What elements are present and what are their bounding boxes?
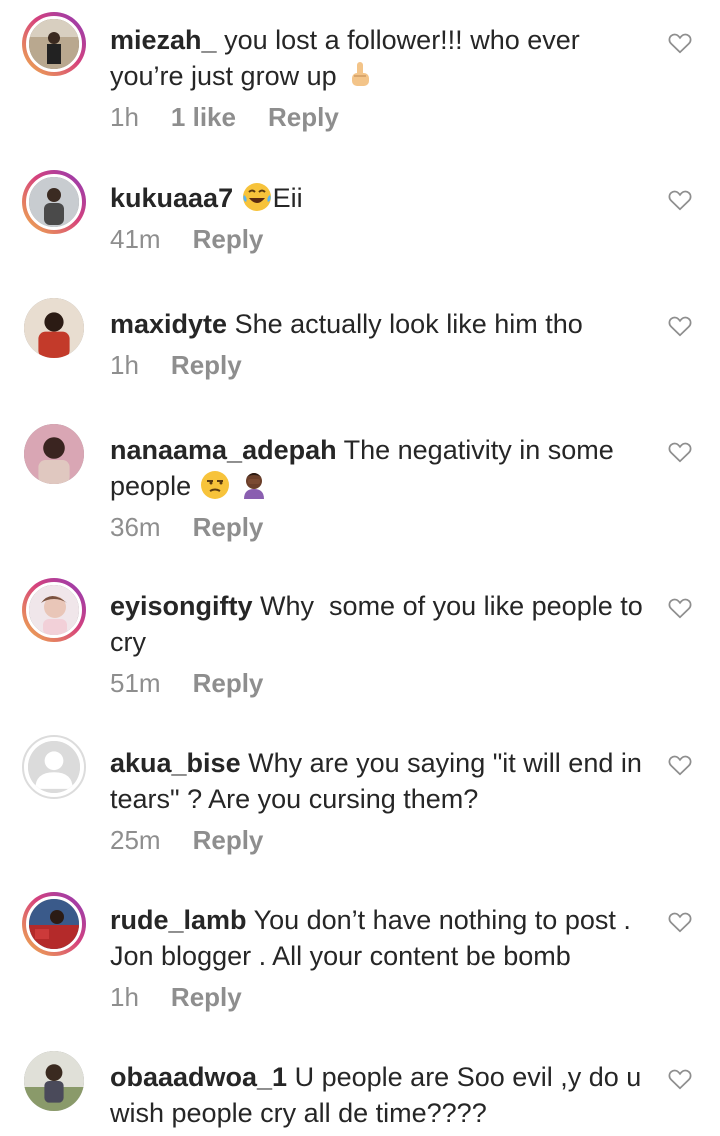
reply-button[interactable]: Reply [171,350,242,381]
heart-icon[interactable] [667,187,693,213]
comment-username[interactable]: eyisongifty [110,591,253,621]
comment-likes[interactable]: 1 like [171,102,236,133]
heart-icon[interactable] [667,439,693,465]
comment-username[interactable]: rude_lamb [110,905,247,935]
unamused-face-emoji [199,469,231,501]
comment-username[interactable]: akua_bise [110,748,241,778]
heart-icon[interactable] [667,909,693,935]
heart-icon[interactable] [667,30,693,56]
tears-of-joy-emoji [241,181,273,213]
avatar[interactable] [22,578,86,642]
comment-time: 1h [110,350,139,380]
comment-username[interactable]: miezah_ [110,25,217,55]
avatar[interactable] [22,1049,86,1113]
avatar[interactable] [22,296,86,360]
comment-time: 41m [110,224,161,254]
reply-button[interactable]: Reply [171,982,242,1013]
comment-text: Eii [272,183,303,213]
comment-time: 1h [110,982,139,1012]
person-facepalming-emoji [238,469,270,501]
comment-time: 36m [110,512,161,542]
heart-icon[interactable] [667,1066,693,1092]
avatar[interactable] [22,170,86,234]
comment-username[interactable]: maxidyte [110,309,227,339]
reply-button[interactable]: Reply [193,224,264,255]
reply-button[interactable]: Reply [268,102,339,133]
default-avatar-icon[interactable] [22,735,86,799]
comment-username[interactable]: kukuaaa7 [110,183,233,213]
reply-button[interactable]: Reply [193,668,264,699]
comment-time: 51m [110,668,161,698]
heart-icon[interactable] [667,313,693,339]
reply-button[interactable]: Reply [193,512,264,543]
reply-button[interactable]: Reply [193,825,264,856]
avatar[interactable] [22,12,86,76]
heart-icon[interactable] [667,595,693,621]
comment-username[interactable]: obaaadwoa_1 [110,1062,287,1092]
comment-text: She actually look like him tho [234,309,583,339]
middle-finger-emoji [344,59,376,91]
heart-icon[interactable] [667,752,693,778]
avatar[interactable] [22,892,86,956]
avatar[interactable] [22,422,86,486]
comment-time: 1h [110,102,139,132]
comments-list: miezah_ you lost a follower!!! who ever … [0,0,720,1136]
comment-username[interactable]: nanaama_adepah [110,435,337,465]
comment-time: 25m [110,825,161,855]
